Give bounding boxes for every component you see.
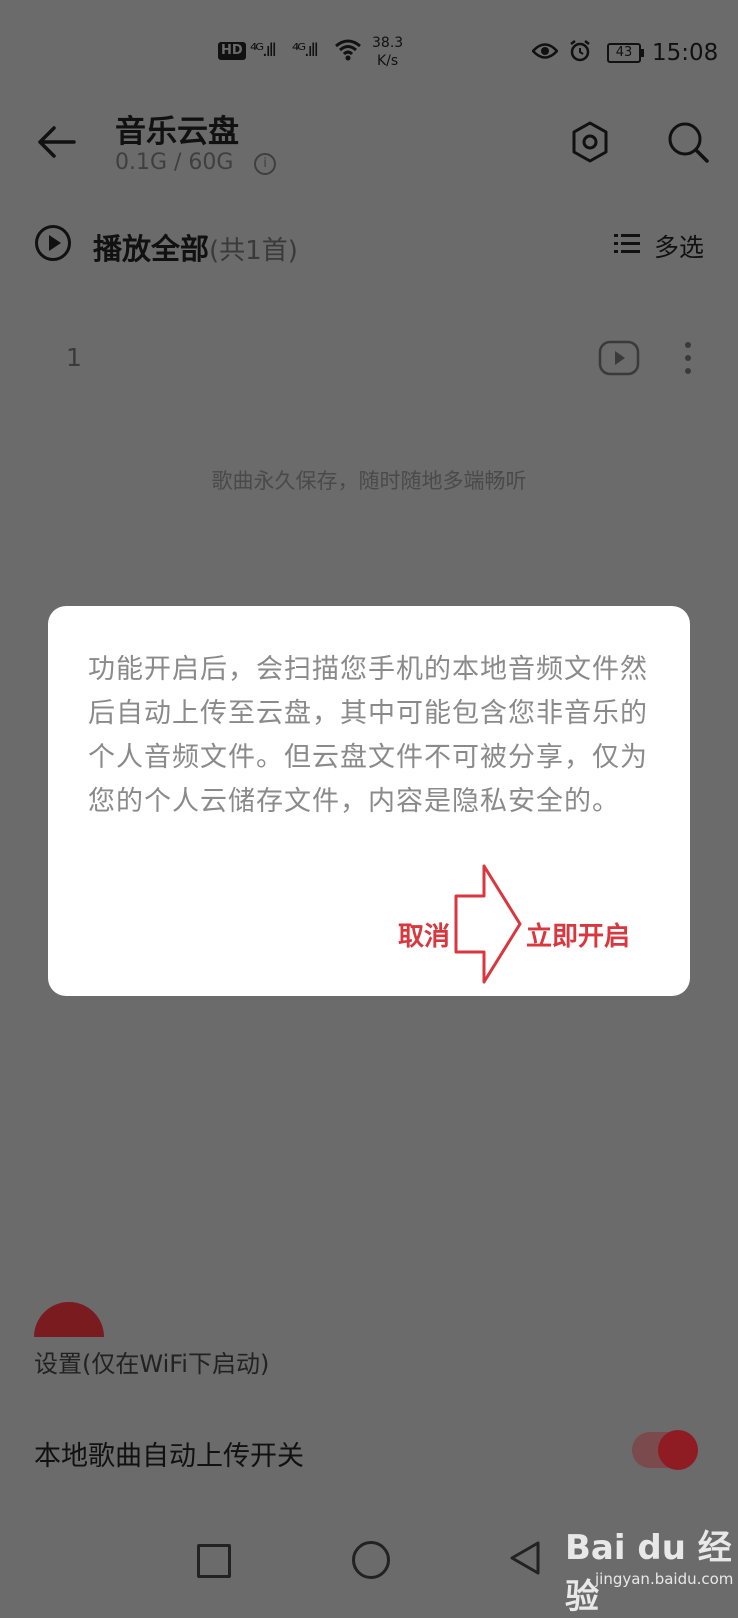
sheet-handle-decoration — [34, 1302, 104, 1337]
eye-icon — [532, 43, 558, 59]
dialog-message: 功能开启后，会扫描您手机的本地音频文件然后自动上传至云盘，其中可能包含您非音乐的… — [88, 654, 648, 817]
more-options-icon[interactable] — [684, 340, 692, 376]
watermark-url: jingyan.baidu.com — [595, 1570, 734, 1588]
nav-back-icon[interactable] — [508, 1540, 542, 1576]
wifi-icon — [335, 39, 361, 61]
signal-icon: ⁴ᴳ.ıll — [292, 40, 319, 61]
play-all-icon[interactable] — [34, 224, 72, 262]
info-icon[interactable]: i — [254, 153, 276, 175]
auto-upload-toggle[interactable] — [632, 1430, 698, 1470]
alarm-icon — [570, 40, 590, 62]
network-speed: 38.3 K/s — [372, 34, 403, 70]
settings-wifi-label: 设置(仅在WiFi下启动) — [34, 1350, 270, 1378]
hd-badge: HD — [218, 42, 246, 60]
clock: 15:08 — [652, 40, 719, 66]
recent-apps-icon[interactable] — [197, 1544, 231, 1578]
multi-select-button[interactable]: 多选 — [654, 228, 704, 264]
watermark-logo: Bai du 经验 — [565, 1528, 732, 1617]
network-speed-unit: K/s — [376, 53, 399, 69]
auto-upload-label: 本地歌曲自动上传开关 — [34, 1441, 304, 1472]
list-icon[interactable] — [614, 233, 640, 255]
cloud-tagline: 歌曲永久保存，随时随地多端畅听 — [211, 469, 527, 493]
home-icon[interactable] — [352, 1541, 390, 1579]
back-arrow-icon[interactable] — [34, 118, 82, 166]
battery-icon: 43 — [607, 43, 644, 63]
signal-icon: ⁴ᴳ.ıll — [250, 40, 277, 61]
play-all-label: 播放全部 — [93, 232, 210, 266]
storage-usage: 0.1G / 60G — [115, 150, 234, 175]
play-all-button[interactable]: 播放全部(共1首) — [93, 226, 298, 268]
song-count: (共1首) — [209, 236, 298, 266]
network-speed-value: 38.3 — [372, 35, 404, 51]
settings-gear-icon[interactable] — [566, 118, 614, 166]
cancel-button[interactable]: 取消 — [398, 916, 450, 953]
enable-now-button[interactable]: 立即开启 — [526, 916, 630, 953]
status-bar: HD ⁴ᴳ.ıll ⁴ᴳ.ıll 38.3 K/s 43 15:08 — [0, 30, 738, 80]
confirm-dialog: 功能开启后，会扫描您手机的本地音频文件然后自动上传至云盘，其中可能包含您非音乐的… — [48, 606, 690, 996]
pointer-arrow-icon — [454, 864, 522, 984]
page-title: 音乐云盘 — [115, 114, 239, 150]
search-icon[interactable] — [664, 118, 712, 166]
song-index: 1 — [66, 343, 82, 372]
video-play-icon[interactable] — [598, 340, 640, 376]
toggle-knob — [658, 1430, 698, 1470]
